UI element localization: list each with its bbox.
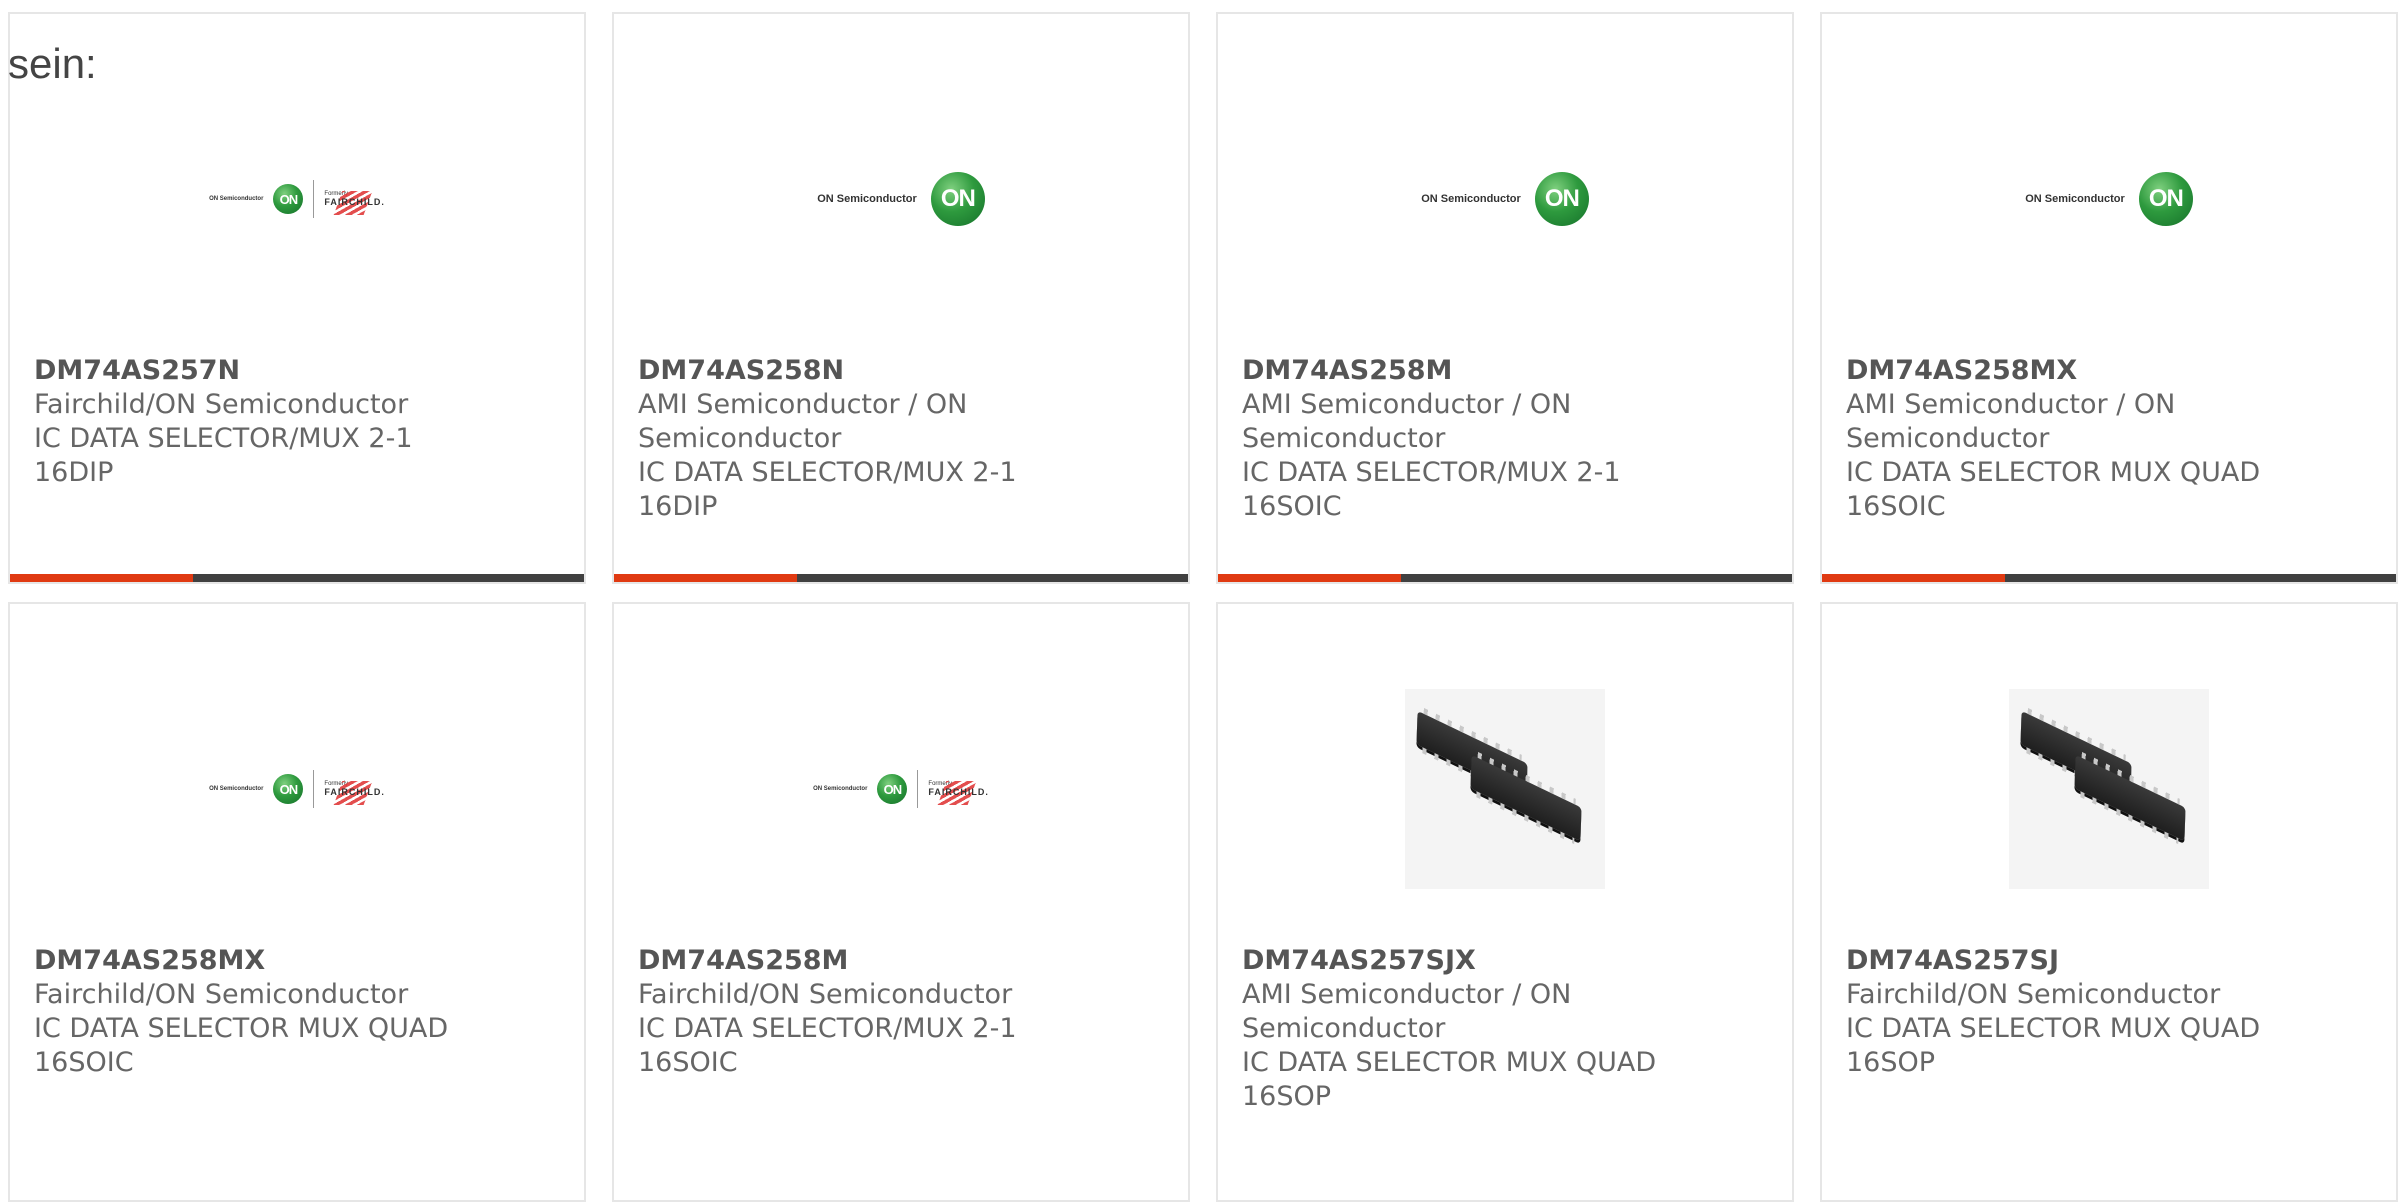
ic-chip-photo[interactable] [1218,684,1792,894]
part-number[interactable]: DM74AS258M [638,944,1068,978]
manufacturer: AMI Semiconductor / ON [1846,389,2176,420]
logo-divider [313,770,315,808]
package: 16SOIC [638,1047,738,1078]
chip-image [2009,689,2209,889]
package: 16SOIC [34,1047,134,1078]
product-card[interactable]: ON Semiconductor ON DM74AS258M AMI Semicond… [1216,12,1794,584]
part-number[interactable]: DM74AS258MX [1846,354,2276,388]
product-info: DM74AS258MX AMI Semiconductor / ON Semicon… [1846,354,2276,524]
ic-chip-photo[interactable] [1822,684,2396,894]
fairchild-logo: Formerly FAIRCHILD. [324,191,385,215]
part-number[interactable]: DM74AS258N [638,354,1068,388]
card-bar-accent [10,574,193,582]
package: 16SOIC [1846,491,1946,522]
card-bar-accent [1822,574,2005,582]
logo-text: ON Semiconductor [817,193,917,205]
product-info: DM74AS257SJ Fairchild/ON Semiconductor IC … [1846,944,2276,1080]
product-card[interactable]: ON Semiconductor ON DM74AS258N AMI Semicond… [612,12,1190,584]
chip-image [1405,689,1605,889]
on-logo-icon: ON [2138,172,2193,226]
package: 16SOP [1846,1047,1936,1078]
logo-divider [313,180,315,218]
fairchild-name: FAIRCHILD. [928,781,989,805]
fairchild-name-text: FAIRCHILD. [324,787,385,797]
card-progress-bar [1218,574,1792,582]
description: IC DATA SELECTOR/MUX 2-1 [638,1013,1017,1044]
logo-text: ON Semiconductor [813,786,868,792]
card-progress-bar [614,574,1188,582]
fairchild-logo: Formerly FAIRCHILD. [324,781,385,805]
description: IC DATA SELECTOR/MUX 2-1 [1242,457,1621,488]
fairchild-name-text: FAIRCHILD. [324,197,385,207]
description: IC DATA SELECTOR MUX QUAD [1846,1013,2261,1044]
product-info: DM74AS258M AMI Semiconductor / ON Semicond… [1242,354,1672,524]
on-fairchild-logo[interactable]: ON Semiconductor ON Formerly FAIRCHILD. [10,684,584,894]
logo-divider [917,770,919,808]
card-progress-bar [10,574,584,582]
product-card[interactable]: ON Semiconductor ON Formerly FAIRCHILD. DM74… [8,12,586,584]
card-progress-bar [1822,574,2396,582]
description: IC DATA SELECTOR/MUX 2-1 [34,423,413,454]
fairchild-name-text: FAIRCHILD. [928,787,989,797]
product-card[interactable]: ON Semiconductor ON Formerly FAIRCHILD. DM74… [8,602,586,1202]
card-bar-accent [614,574,797,582]
manufacturer-cont: Semiconductor [1846,423,2050,454]
manufacturer: AMI Semiconductor / ON [638,389,968,420]
on-logo-icon: ON [1534,172,1589,226]
description: IC DATA SELECTOR/MUX 2-1 [638,457,1017,488]
description: IC DATA SELECTOR MUX QUAD [34,1013,449,1044]
on-logo-icon: ON [877,774,908,804]
product-info: DM74AS258MX Fairchild/ON Semiconductor IC … [34,944,464,1080]
part-number[interactable]: DM74AS258M [1242,354,1672,388]
product-card[interactable]: DM74AS257SJ Fairchild/ON Semiconductor IC … [1820,602,2398,1202]
on-semiconductor-logo[interactable]: ON Semiconductor ON [1822,94,2396,304]
manufacturer: Fairchild/ON Semiconductor [34,979,409,1010]
logo-text: ON Semiconductor [209,196,264,202]
product-card[interactable]: DM74AS257SJX AMI Semiconductor / ON Semico… [1216,602,1794,1202]
on-semiconductor-logo[interactable]: ON Semiconductor ON [614,94,1188,304]
manufacturer: AMI Semiconductor / ON [1242,389,1572,420]
part-number[interactable]: DM74AS257SJX [1242,944,1672,978]
package: 16DIP [34,457,114,488]
description: IC DATA SELECTOR MUX QUAD [1242,1047,1657,1078]
product-info: DM74AS257N Fairchild/ON Semiconductor IC D… [34,354,464,490]
on-logo-icon: ON [930,172,985,226]
part-number[interactable]: DM74AS257SJ [1846,944,2276,978]
on-fairchild-logo[interactable]: ON Semiconductor ON Formerly FAIRCHILD. [10,94,584,304]
manufacturer: Fairchild/ON Semiconductor [34,389,409,420]
intro-text: sein: [8,40,97,87]
part-number[interactable]: DM74AS258MX [34,944,464,978]
manufacturer-cont: Semiconductor [638,423,842,454]
package: 16SOP [1242,1081,1332,1112]
package: 16DIP [638,491,718,522]
on-logo-icon: ON [273,184,304,214]
fairchild-name: FAIRCHILD. [324,191,385,215]
logo-text: ON Semiconductor [2025,193,2125,205]
manufacturer: Fairchild/ON Semiconductor [1846,979,2221,1010]
package: 16SOIC [1242,491,1342,522]
on-fairchild-logo[interactable]: ON Semiconductor ON Formerly FAIRCHILD. [614,684,1188,894]
on-logo-icon: ON [273,774,304,804]
card-bar-accent [1218,574,1401,582]
fairchild-name: FAIRCHILD. [324,781,385,805]
product-info: DM74AS257SJX AMI Semiconductor / ON Semico… [1242,944,1672,1114]
description: IC DATA SELECTOR MUX QUAD [1846,457,2261,488]
product-card[interactable]: ON Semiconductor ON Formerly FAIRCHILD. DM74… [612,602,1190,1202]
fairchild-logo: Formerly FAIRCHILD. [928,781,989,805]
product-info: DM74AS258M Fairchild/ON Semiconductor IC D… [638,944,1068,1080]
part-number[interactable]: DM74AS257N [34,354,464,388]
product-card[interactable]: ON Semiconductor ON DM74AS258MX AMI Semicon… [1820,12,2398,584]
logo-text: ON Semiconductor [1421,193,1521,205]
manufacturer-cont: Semiconductor [1242,1013,1446,1044]
manufacturer: AMI Semiconductor / ON [1242,979,1572,1010]
manufacturer-cont: Semiconductor [1242,423,1446,454]
logo-text: ON Semiconductor [209,786,264,792]
manufacturer: Fairchild/ON Semiconductor [638,979,1013,1010]
on-semiconductor-logo[interactable]: ON Semiconductor ON [1218,94,1792,304]
product-info: DM74AS258N AMI Semiconductor / ON Semicond… [638,354,1068,524]
